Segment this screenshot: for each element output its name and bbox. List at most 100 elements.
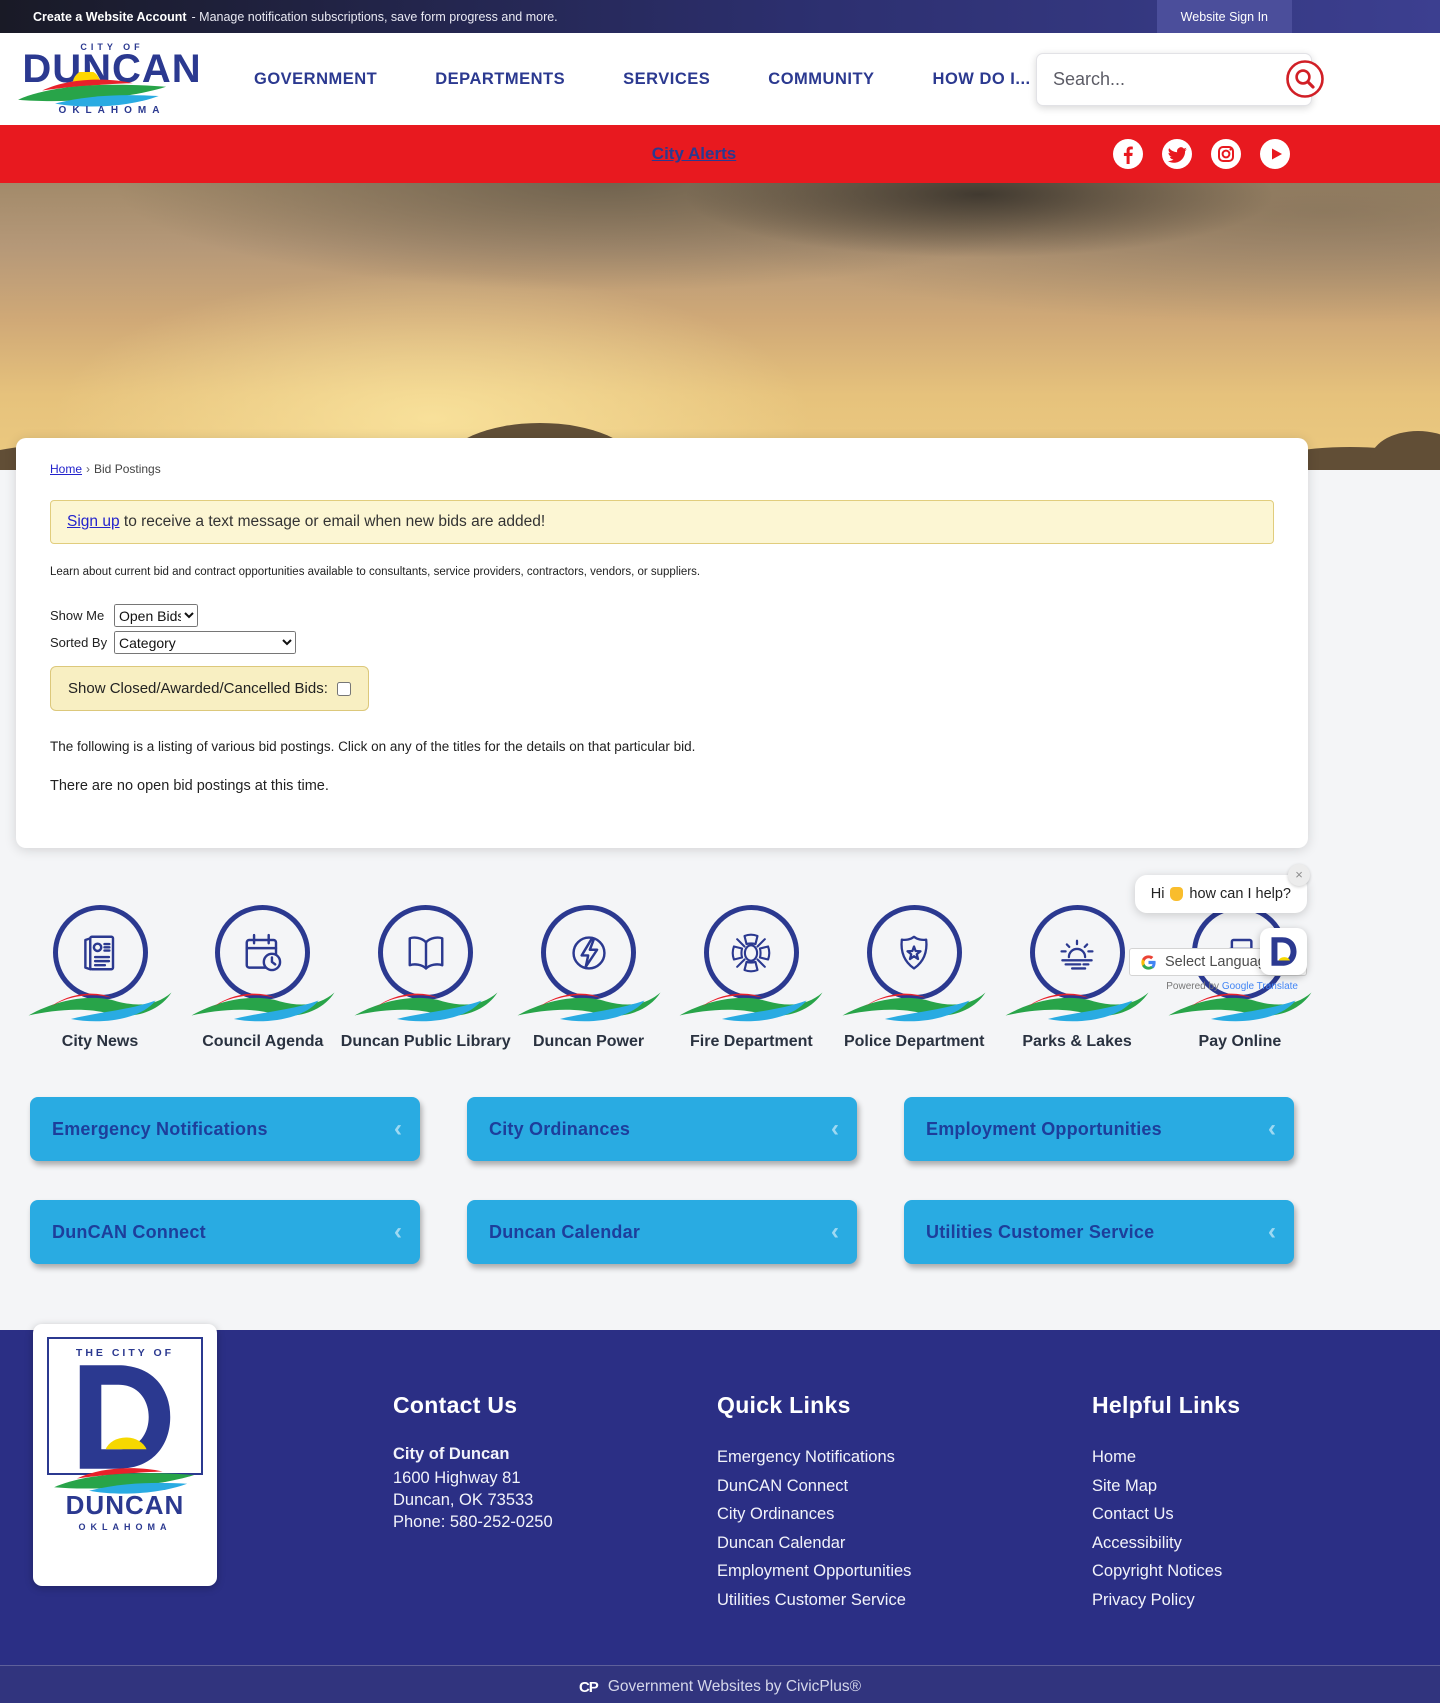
contact-address1: 1600 Highway 81 [393, 1469, 521, 1487]
city-ordinances-button[interactable]: City Ordinances ‹ [467, 1097, 857, 1161]
sorted-by-select[interactable]: Category [114, 631, 296, 654]
button-label: City Ordinances [489, 1118, 631, 1139]
quicklink-public-library[interactable]: Duncan Public Library [341, 905, 511, 1051]
top-utility-bar: Create a Website Account - Manage notifi… [0, 0, 1440, 33]
nav-departments[interactable]: DEPARTMENTS [435, 70, 565, 89]
show-me-select[interactable]: Open Bids [114, 604, 198, 627]
emergency-notifications-button[interactable]: Emergency Notifications ‹ [30, 1097, 420, 1161]
footer-link-home[interactable]: Home [1092, 1443, 1240, 1472]
show-me-row: Show Me Open Bids [50, 604, 1274, 627]
signup-link[interactable]: Sign up [67, 513, 120, 530]
listing-note: The following is a listing of various bi… [50, 739, 696, 754]
breadcrumb: Home › Bid Postings [50, 462, 1274, 476]
nav-community[interactable]: COMMUNITY [768, 70, 874, 89]
footer-logo-card: THE CITY OF DUNCAN OKLAHOMA [33, 1324, 217, 1586]
footer-link-emergency-notifications[interactable]: Emergency Notifications [717, 1443, 947, 1472]
chat-close-icon[interactable]: × [1288, 864, 1310, 886]
quicklink-duncan-power[interactable]: Duncan Power [509, 905, 669, 1051]
language-select-label: Select Language [1165, 954, 1274, 970]
swoosh-graphic [1002, 987, 1152, 1028]
quicklink-parks-lakes[interactable]: Parks & Lakes [997, 905, 1157, 1051]
footer-link-city-ordinances[interactable]: City Ordinances [717, 1500, 947, 1529]
contact-us-heading: Contact Us [393, 1392, 518, 1418]
chatbot-avatar[interactable] [1260, 928, 1307, 975]
contact-phone-link[interactable]: Phone: 580-252-0250 [393, 1511, 593, 1533]
signup-banner: Sign up to receive a text message or ema… [50, 500, 1274, 544]
civicplus-link[interactable]: Government Websites by CivicPlus® [608, 1678, 861, 1696]
chevron-icon: ‹ [394, 1115, 402, 1142]
site-footer: THE CITY OF DUNCAN OKLAHOMA Contact Us C… [0, 1324, 1440, 1665]
civicplus-icon: CP [578, 1678, 599, 1696]
swoosh-graphic [839, 987, 989, 1028]
contact-address2: Duncan, OK 73533 [393, 1491, 534, 1509]
quicklink-label: Duncan Power [532, 1033, 645, 1050]
badge-star-icon [866, 905, 962, 1000]
city-alerts-link[interactable]: City Alerts [652, 144, 736, 164]
button-label: Emergency Notifications [52, 1118, 268, 1139]
search-button[interactable] [1285, 59, 1325, 99]
site-header: CITY OF DUNCAN OKLAHOMA GOVERNMENT DEPAR… [0, 33, 1440, 125]
website-signin-button[interactable]: Website Sign In [1156, 0, 1292, 33]
show-me-label: Show Me [50, 608, 105, 623]
swoosh-graphic [188, 987, 338, 1028]
google-icon [1139, 953, 1158, 972]
footer-link-contact-us[interactable]: Contact Us [1092, 1500, 1240, 1529]
sorted-by-row: Sorted By Category [50, 631, 1274, 654]
nav-how-do-i[interactable]: HOW DO I... [933, 70, 1031, 89]
footer-link-duncan-calendar[interactable]: Duncan Calendar [717, 1529, 947, 1558]
swoosh-graphic [25, 987, 175, 1028]
nav-services[interactable]: SERVICES [623, 70, 710, 89]
footer-link-employment-opportunities[interactable]: Employment Opportunities [717, 1557, 947, 1586]
search-input[interactable] [1053, 68, 1285, 90]
create-account-link[interactable]: Create a Website Account [33, 10, 187, 24]
chevron-icon: ‹ [831, 1115, 839, 1142]
nav-government[interactable]: GOVERNMENT [254, 70, 377, 89]
closed-bids-checkbox[interactable] [336, 681, 351, 696]
quicklink-police-department[interactable]: Police Department [834, 905, 994, 1051]
quicklink-label: Duncan Public Library [340, 1033, 511, 1050]
utilities-customer-service-button[interactable]: Utilities Customer Service ‹ [904, 1200, 1294, 1264]
instagram-icon[interactable] [1211, 139, 1241, 169]
chat-greeting-bubble[interactable]: Hi how can I help? [1134, 875, 1307, 913]
quicklink-label: Fire Department [690, 1033, 813, 1050]
quicklink-label: Council Agenda [202, 1033, 324, 1050]
footer-link-privacy-policy[interactable]: Privacy Policy [1092, 1586, 1240, 1615]
chat-greeting-suffix: how can I help? [1189, 886, 1291, 902]
footer-link-copyright-notices[interactable]: Copyright Notices [1092, 1557, 1240, 1586]
quicklink-council-agenda[interactable]: Council Agenda [183, 905, 343, 1051]
youtube-icon[interactable] [1260, 139, 1290, 169]
swoosh-graphic [514, 987, 664, 1028]
search-icon [1285, 59, 1325, 99]
quicklink-fire-department[interactable]: Fire Department [671, 905, 831, 1051]
footer-logo-state: OKLAHOMA [78, 1522, 172, 1532]
footer-logo: THE CITY OF [47, 1337, 203, 1475]
footer-link-utilities-customer-service[interactable]: Utilities Customer Service [717, 1586, 947, 1615]
footer-link-duncan-connect[interactable]: DunCAN Connect [717, 1472, 947, 1501]
swoosh-graphic [1165, 987, 1315, 1028]
page: Create a Website Account - Manage notifi… [0, 0, 1440, 1703]
facebook-icon[interactable] [1113, 139, 1143, 169]
breadcrumb-home-link[interactable]: Home [50, 462, 82, 476]
feature-buttons-grid: Emergency Notifications ‹ City Ordinance… [30, 1097, 1294, 1264]
translate-attribution: Powered by Google Translate [1166, 981, 1298, 992]
main-nav: GOVERNMENT DEPARTMENTS SERVICES COMMUNIT… [254, 70, 1031, 89]
duncan-calendar-button[interactable]: Duncan Calendar ‹ [467, 1200, 857, 1264]
footer-link-site-map[interactable]: Site Map [1092, 1472, 1240, 1501]
twitter-icon[interactable] [1162, 139, 1192, 169]
calendar-clock-icon [215, 905, 311, 1000]
footer-contact-column: Contact Us City of Duncan 1600 Highway 8… [393, 1330, 593, 1533]
open-book-icon [378, 905, 474, 1000]
duncan-connect-button[interactable]: DunCAN Connect ‹ [30, 1200, 420, 1264]
breadcrumb-current: Bid Postings [94, 462, 161, 476]
footer-link-accessibility[interactable]: Accessibility [1092, 1529, 1240, 1558]
bids-intro-text: Learn about current bid and contract opp… [50, 566, 701, 578]
helpful-links-heading: Helpful Links [1092, 1392, 1241, 1418]
quicklink-label: Police Department [843, 1033, 985, 1050]
employment-opportunities-button[interactable]: Employment Opportunities ‹ [904, 1097, 1294, 1161]
sunset-water-icon [1029, 905, 1125, 1000]
quicklink-pay-online[interactable]: Pay Online [1160, 905, 1320, 1051]
quicklink-city-news[interactable]: City News [20, 905, 180, 1051]
button-label: DunCAN Connect [52, 1221, 206, 1242]
duncan-logo[interactable]: CITY OF DUNCAN OKLAHOMA [14, 42, 210, 116]
button-label: Utilities Customer Service [926, 1221, 1155, 1242]
